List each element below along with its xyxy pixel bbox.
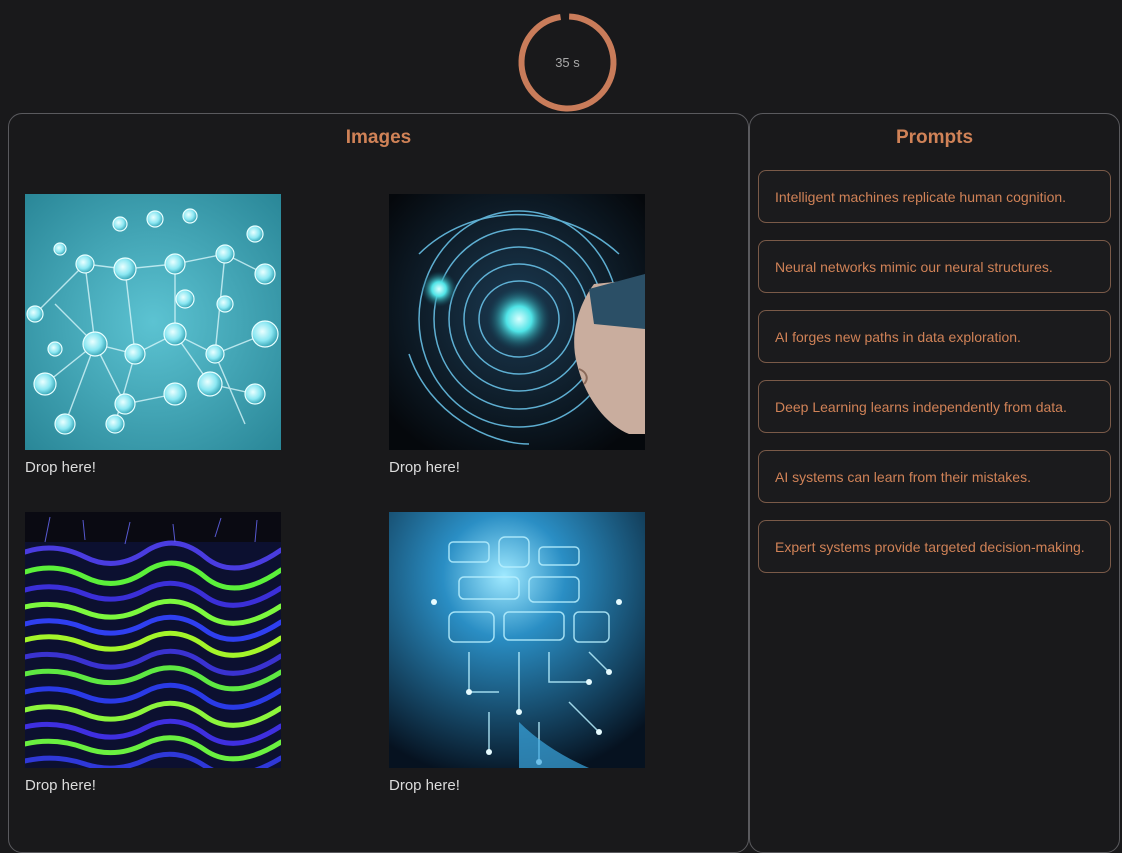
prompt-card[interactable]: Neural networks mimic our neural structu… <box>758 240 1111 293</box>
image-drop-cell[interactable]: Drop here! <box>389 194 645 476</box>
circuit-brain-head-image[interactable] <box>389 512 645 768</box>
drop-here-label: Drop here! <box>389 777 460 794</box>
ai-head-circuit-profile-image[interactable] <box>389 194 645 450</box>
image-drop-cell[interactable]: Drop here! <box>25 194 281 476</box>
psychedelic-data-landscape-image[interactable] <box>25 512 281 768</box>
prompt-card[interactable]: AI systems can learn from their mistakes… <box>758 450 1111 503</box>
drop-here-label: Drop here! <box>25 777 96 794</box>
neural-network-cells-image[interactable] <box>25 194 281 450</box>
drop-here-label: Drop here! <box>389 459 460 476</box>
prompt-card[interactable]: Deep Learning learns independently from … <box>758 380 1111 433</box>
prompt-card[interactable]: Intelligent machines replicate human cog… <box>758 170 1111 223</box>
countdown-timer: 35 s <box>517 12 618 113</box>
prompts-panel: Prompts Intelligent machines replicate h… <box>749 113 1120 853</box>
prompt-card[interactable]: AI forges new paths in data exploration. <box>758 310 1111 363</box>
images-panel-title: Images <box>345 127 412 148</box>
images-panel: Images Drop here! Drop here! Drop here! … <box>8 113 749 853</box>
prompt-card[interactable]: Expert systems provide targeted decision… <box>758 520 1111 573</box>
image-drop-cell[interactable]: Drop here! <box>25 512 281 794</box>
image-drop-cell[interactable]: Drop here! <box>389 512 645 794</box>
prompts-panel-title: Prompts <box>895 127 974 148</box>
drop-here-label: Drop here! <box>25 459 96 476</box>
timer-label: 35 s <box>555 55 580 70</box>
